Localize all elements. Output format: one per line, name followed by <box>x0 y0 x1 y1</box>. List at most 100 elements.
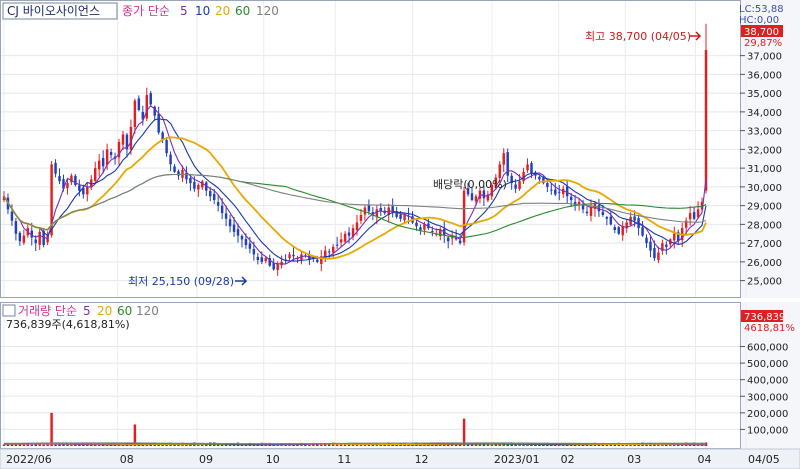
ma-period-5: 5 <box>180 4 188 18</box>
volume-bar <box>50 412 53 446</box>
price-tick-label: 33,000 <box>747 127 782 138</box>
candle-body <box>558 191 561 193</box>
candle-body <box>550 189 553 191</box>
ma-period-10: 10 <box>195 4 210 18</box>
candle-body <box>554 189 557 195</box>
last-volume-tag-text: 736,839 <box>744 312 785 323</box>
volume-bar <box>308 444 311 446</box>
candle-body <box>359 215 363 221</box>
date-tick-label: 10 <box>266 453 280 466</box>
candle-body <box>66 183 69 189</box>
candle-body <box>58 176 61 182</box>
candle-body <box>157 113 160 133</box>
candle-body <box>109 152 113 155</box>
volume-bar <box>320 444 323 446</box>
volume-bar <box>42 444 45 446</box>
ma-period-60: 60 <box>235 4 250 18</box>
volume-ma-20: 20 <box>97 304 112 318</box>
volume-bar <box>54 444 57 446</box>
candle-body <box>252 249 256 255</box>
candle-body <box>240 235 244 240</box>
price-tick-label: 31,000 <box>747 164 782 175</box>
price-tick-label: 25,000 <box>747 277 782 288</box>
candle-body <box>34 239 37 244</box>
volume-bar <box>490 444 494 446</box>
volume-ma-5: 5 <box>83 304 91 318</box>
price-tick-label: 32,000 <box>747 145 782 156</box>
candle-body <box>645 237 648 244</box>
volume-bar <box>359 444 363 446</box>
volume-ma-120: 120 <box>136 304 159 318</box>
stock-chart-window: 37,000 36,000 35,000 34,000 33,000 32,000 31,0… <box>0 0 800 469</box>
candle-body <box>212 193 216 200</box>
volume-legend-box <box>2 304 16 317</box>
candle-body <box>462 190 466 243</box>
candle-body <box>78 185 81 191</box>
date-tick-label: 2023/01 <box>494 453 540 466</box>
candle-body <box>14 221 18 234</box>
candle-body <box>105 149 109 165</box>
price-tick-label: 34,000 <box>747 108 782 119</box>
chart-canvas: 37,000 36,000 35,000 34,000 33,000 32,000 31,0… <box>0 0 800 469</box>
candle-body <box>86 186 89 195</box>
candle-body <box>633 216 636 221</box>
status-lc: LC:53,88 <box>739 4 784 15</box>
candle-body <box>613 227 617 230</box>
candle-body <box>145 95 149 119</box>
candle-body <box>93 168 97 181</box>
candle-body <box>232 224 236 232</box>
status-hc: HC:0,00 <box>739 15 779 26</box>
candle-body <box>22 235 26 243</box>
candle-body <box>673 233 676 241</box>
candle-body <box>641 227 644 236</box>
candle-body <box>228 219 232 227</box>
candle-body <box>292 254 295 257</box>
candle-body <box>565 186 569 197</box>
candle-body <box>617 227 620 234</box>
candle-body <box>97 160 101 170</box>
candle-body <box>474 196 478 202</box>
ma-period-120: 120 <box>256 4 279 18</box>
candle-body <box>649 241 652 251</box>
candle-body <box>458 240 462 244</box>
volume-ma-60: 60 <box>117 304 132 318</box>
candle-body <box>415 222 418 227</box>
candle-body <box>248 243 252 249</box>
candle-body <box>224 213 228 219</box>
volume-readout: 736,839주(4,618,81%) <box>6 318 130 331</box>
candle-body <box>482 190 486 199</box>
date-tick-label: 09 <box>199 453 213 466</box>
annotation-low: 최저 25,150 (09/28) <box>128 275 234 288</box>
candle-body <box>431 230 434 232</box>
symbol-name[interactable]: CJ 바이오사이언스 <box>7 4 100 18</box>
volume-bar <box>70 444 73 446</box>
candle-body <box>446 237 450 242</box>
candle-body <box>216 202 220 206</box>
volume-tick-label: 600,000 <box>747 343 788 354</box>
candle-body <box>288 254 291 259</box>
price-tick-label: 27,000 <box>747 239 782 250</box>
candle-body <box>498 164 501 178</box>
date-tick-label: 11 <box>337 453 351 466</box>
candle-body <box>538 176 541 180</box>
candle-body <box>327 251 331 253</box>
candle-body <box>530 163 533 174</box>
candle-body <box>236 229 240 236</box>
candle-body <box>256 256 260 260</box>
candle-body <box>514 184 517 189</box>
volume-bar <box>46 444 49 446</box>
volume-tick-label: 300,000 <box>747 392 788 403</box>
price-tick-label: 26,000 <box>747 258 782 269</box>
candle-body <box>54 162 57 174</box>
price-tick-label: 30,000 <box>747 183 782 194</box>
candle-body <box>450 237 454 239</box>
volume-bar <box>201 444 204 446</box>
candle-body <box>470 193 474 200</box>
candle-body <box>355 222 359 231</box>
candle-body <box>173 166 176 172</box>
volume-bar <box>355 444 359 446</box>
candle-body <box>169 154 172 165</box>
ma-period-20: 20 <box>215 4 230 18</box>
last-volume-ratio: 4618,81% <box>744 323 795 334</box>
candle-body <box>272 263 275 270</box>
